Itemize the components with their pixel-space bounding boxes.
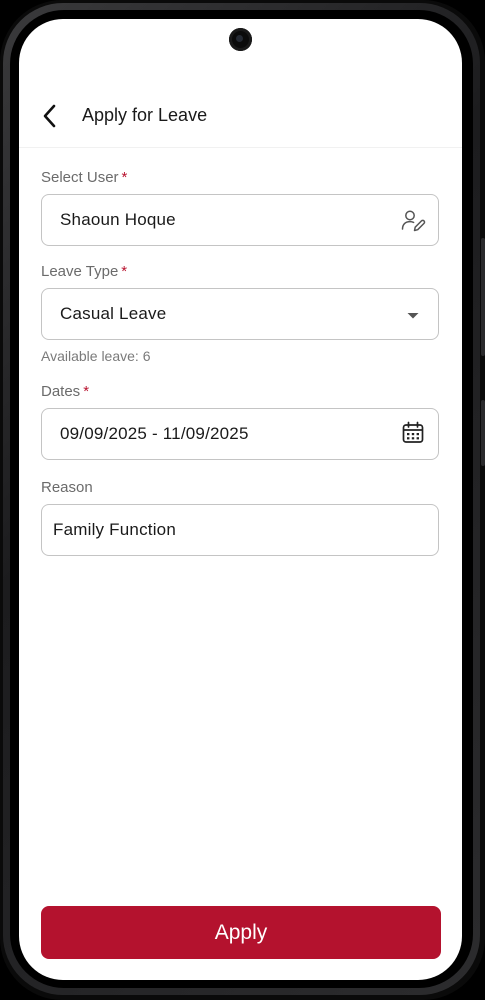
leave-type-value: Casual Leave [60, 304, 167, 323]
required-mark: * [121, 263, 128, 280]
app-screen: Apply for Leave Select User * Shaoun Hoqu… [19, 19, 462, 980]
required-mark: * [83, 383, 90, 400]
select-user-label-text: Select User [41, 169, 119, 186]
leave-type-select[interactable]: Casual Leave [41, 288, 439, 340]
leave-type-label-text: Leave Type [41, 263, 119, 280]
available-leave-helper: Available leave: 6 [41, 348, 151, 364]
dates-field[interactable]: 09/09/2025 - 11/09/2025 [41, 408, 439, 460]
front-camera [229, 28, 252, 51]
reason-label: Reason [41, 479, 93, 496]
page-title: Apply for Leave [82, 105, 208, 125]
phone-device: Apply for Leave Select User * Shaoun Hoqu… [0, 0, 485, 1000]
dates-label-text: Dates [41, 383, 81, 400]
apply-button[interactable]: Apply [41, 906, 441, 959]
select-user-value: Shaoun Hoque [60, 210, 176, 229]
leave-type-label: Leave Type * [41, 263, 127, 281]
reason-value: Family Function [53, 520, 176, 539]
select-user-label: Select User * [41, 169, 127, 187]
back-button[interactable] [33, 99, 67, 133]
required-mark: * [121, 169, 128, 186]
power-button [481, 400, 485, 466]
select-user-field[interactable]: Shaoun Hoque [41, 194, 439, 246]
calendar-icon[interactable] [400, 420, 426, 446]
chevron-left-icon [43, 104, 56, 128]
dates-value: 09/09/2025 - 11/09/2025 [60, 424, 249, 443]
volume-button [481, 238, 485, 356]
app-header: Apply for Leave [19, 85, 462, 148]
dropdown-arrow-icon[interactable] [400, 302, 426, 328]
reason-input[interactable]: Family Function [41, 504, 439, 556]
dates-label: Dates * [41, 383, 89, 401]
user-edit-icon[interactable] [400, 208, 426, 234]
